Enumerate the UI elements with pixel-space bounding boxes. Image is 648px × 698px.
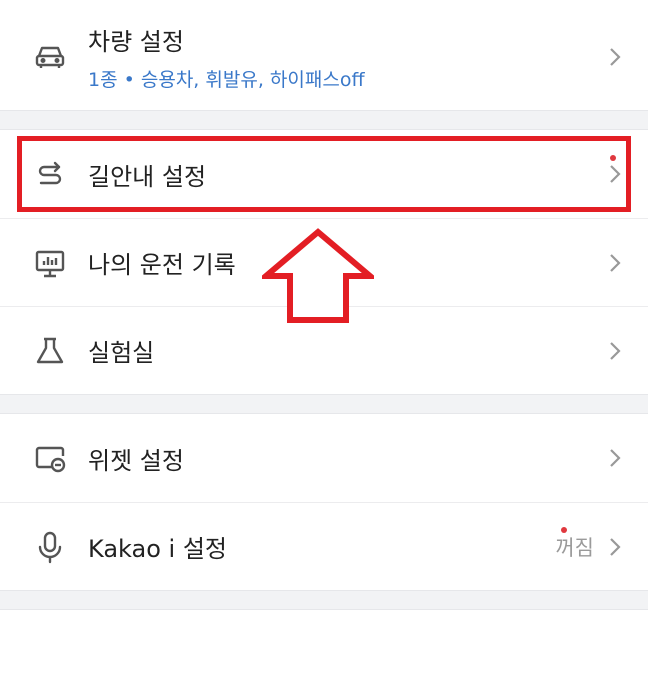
partial-icon (28, 632, 72, 676)
vehicle-settings-row[interactable]: 차량 설정 1종 • 승용차, 휘발유, 하이패스off (0, 0, 648, 110)
vehicle-settings-summary: 1종 • 승용차, 휘발유, 하이패스off (88, 69, 365, 91)
chevron-right-icon (604, 46, 626, 68)
mic-icon (28, 525, 72, 569)
widget-icon (28, 436, 72, 480)
section-divider (0, 394, 648, 414)
bottom-section (0, 610, 648, 698)
arrow-up-icon (262, 228, 374, 323)
chevron-right-icon (604, 252, 626, 274)
car-icon (28, 35, 72, 79)
lab-label: 실험실 (88, 339, 155, 367)
partially-visible-row[interactable] (0, 610, 648, 698)
kakao-i-settings-label: Kakao i 설정 (88, 527, 568, 564)
chevron-right-icon (604, 536, 626, 558)
vehicle-section: 차량 설정 1종 • 승용차, 휘발유, 하이패스off (0, 0, 648, 110)
kakao-i-status-value: 꺼짐 (555, 535, 594, 560)
extras-section: 위젯 설정 Kakao i 설정 꺼짐 (0, 414, 648, 590)
vehicle-settings-label: 차량 설정 (88, 28, 184, 56)
section-divider (0, 110, 648, 130)
highlight-box (17, 136, 631, 212)
monitor-chart-icon (28, 241, 72, 285)
chevron-right-icon (604, 447, 626, 469)
widget-settings-label: 위젯 설정 (88, 446, 184, 475)
widget-settings-row[interactable]: 위젯 설정 (0, 414, 648, 502)
flask-icon (28, 329, 72, 373)
section-divider (0, 590, 648, 610)
kakao-i-settings-row[interactable]: Kakao i 설정 꺼짐 (0, 502, 648, 590)
chevron-right-icon (604, 340, 626, 362)
